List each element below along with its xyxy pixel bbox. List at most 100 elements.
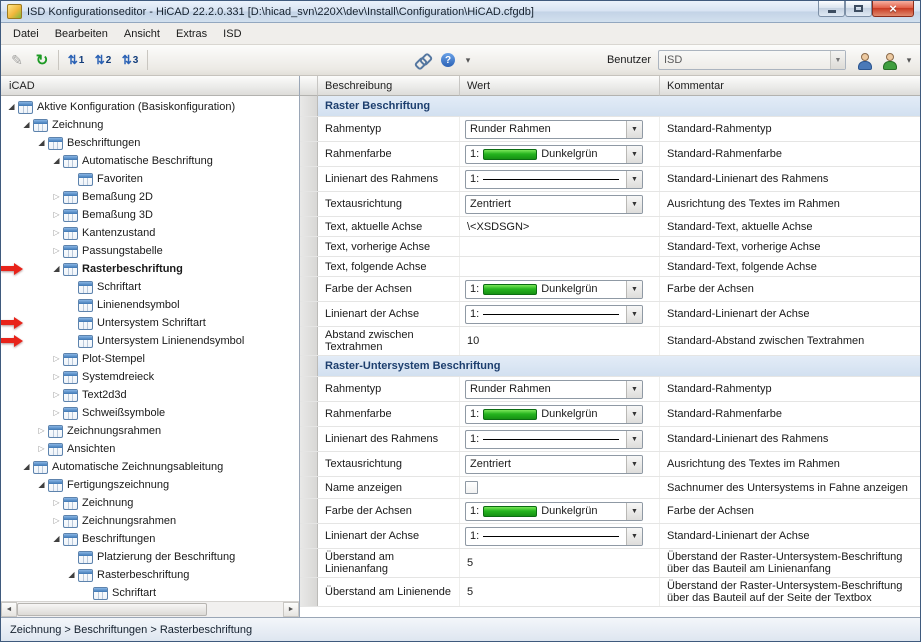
- tree-item-kantenzustand[interactable]: Kantenzustand: [1, 224, 299, 242]
- chevron-down-icon[interactable]: [626, 456, 642, 473]
- chevron-down-icon[interactable]: [626, 406, 642, 423]
- row-selector[interactable]: [300, 549, 318, 577]
- tree-item-zeichnung[interactable]: Zeichnung: [1, 116, 299, 134]
- link-button[interactable]: [411, 49, 435, 72]
- chevron-down-icon[interactable]: [626, 146, 642, 163]
- tree-expander-icon[interactable]: [35, 134, 48, 152]
- chevron-down-icon[interactable]: [626, 306, 642, 323]
- tree-item-schweißsymbole[interactable]: Schweißsymbole: [1, 404, 299, 422]
- scroll-right-icon[interactable]: [283, 602, 299, 617]
- row-selector[interactable]: [300, 277, 318, 301]
- value-dropdown[interactable]: Zentriert: [465, 455, 643, 474]
- benutzer-select[interactable]: ISD: [658, 50, 846, 70]
- tree-item-zeichnungsrahmen[interactable]: Zeichnungsrahmen: [1, 512, 299, 530]
- toolbar-overflow-button-2[interactable]: [902, 49, 916, 72]
- user-manage-button[interactable]: [877, 49, 901, 72]
- row-selector[interactable]: [300, 302, 318, 326]
- tree-expander-icon[interactable]: [50, 494, 63, 512]
- row-selector[interactable]: [300, 377, 318, 401]
- value-text[interactable]: \<XSDSGN>: [465, 221, 529, 233]
- menu-isd[interactable]: ISD: [215, 25, 249, 43]
- row-selector[interactable]: [300, 578, 318, 606]
- row-selector[interactable]: [300, 402, 318, 426]
- value-dropdown[interactable]: Runder Rahmen: [465, 120, 643, 139]
- row-selector[interactable]: [300, 452, 318, 476]
- tree-expander-icon[interactable]: [50, 188, 63, 206]
- scroll-left-icon[interactable]: [1, 602, 17, 617]
- tree-item-text2d3d[interactable]: Text2d3d: [1, 386, 299, 404]
- chevron-down-icon[interactable]: [626, 196, 642, 213]
- row-selector[interactable]: [300, 217, 318, 236]
- row-selector[interactable]: [300, 356, 318, 376]
- tree-expander-icon[interactable]: [50, 224, 63, 242]
- tree-expander-icon[interactable]: [50, 350, 63, 368]
- tree-expander-icon[interactable]: [5, 98, 18, 116]
- expand-level-1-button[interactable]: 1: [63, 49, 89, 72]
- tree-expander-icon[interactable]: [35, 476, 48, 494]
- column-header-beschreibung[interactable]: Beschreibung: [318, 76, 460, 96]
- user-button[interactable]: [852, 49, 876, 72]
- color-dropdown[interactable]: 1:Dunkelgrün: [465, 502, 643, 521]
- tree-expander-icon[interactable]: [65, 566, 78, 584]
- tree-horizontal-scrollbar[interactable]: [1, 601, 299, 617]
- tree-expander-icon[interactable]: [50, 152, 63, 170]
- row-selector[interactable]: [300, 167, 318, 191]
- chevron-down-icon[interactable]: [626, 503, 642, 520]
- tree-item-aktive-konfiguration-basiskonfiguration[interactable]: Aktive Konfiguration (Basiskonfiguration…: [1, 98, 299, 116]
- row-selector[interactable]: [300, 237, 318, 256]
- titlebar[interactable]: ISD Konfigurationseditor - HiCAD 22.2.0.…: [1, 1, 920, 23]
- tree-item-automatische-beschriftung[interactable]: Automatische Beschriftung: [1, 152, 299, 170]
- expand-level-3-button[interactable]: 3: [117, 49, 143, 72]
- tree-expander-icon[interactable]: [50, 260, 63, 278]
- tree-item-untersystem-linienendsymbol[interactable]: Untersystem Linienendsymbol: [1, 332, 299, 350]
- column-header-kommentar[interactable]: Kommentar: [660, 76, 920, 96]
- color-dropdown[interactable]: 1:Dunkelgrün: [465, 280, 643, 299]
- chevron-down-icon[interactable]: [626, 121, 642, 138]
- chevron-down-icon[interactable]: [626, 171, 642, 188]
- tree-item-schriftart[interactable]: Schriftart: [1, 584, 299, 601]
- scrollbar-thumb[interactable]: [17, 603, 207, 616]
- row-selector[interactable]: [300, 142, 318, 166]
- tree-expander-icon[interactable]: [20, 116, 33, 134]
- tree-item-bemaßung-3d[interactable]: Bemaßung 3D: [1, 206, 299, 224]
- tree-item-automatische-zeichnungsableitung[interactable]: Automatische Zeichnungsableitung: [1, 458, 299, 476]
- tree-expander-icon[interactable]: [20, 458, 33, 476]
- tree-expander-icon[interactable]: [50, 368, 63, 386]
- value-checkbox[interactable]: [465, 481, 478, 494]
- tree-expander-icon[interactable]: [35, 422, 48, 440]
- minimize-button[interactable]: [818, 1, 845, 17]
- row-selector[interactable]: [300, 117, 318, 141]
- tree-item-platzierung-der-beschriftung[interactable]: Platzierung der Beschriftung: [1, 548, 299, 566]
- row-selector[interactable]: [300, 96, 318, 116]
- value-dropdown[interactable]: Zentriert: [465, 195, 643, 214]
- expand-level-2-button[interactable]: 2: [90, 49, 116, 72]
- chevron-down-icon[interactable]: [626, 528, 642, 545]
- menu-extras[interactable]: Extras: [168, 25, 215, 43]
- chevron-down-icon[interactable]: [626, 431, 642, 448]
- row-selector[interactable]: [300, 524, 318, 548]
- tree-expander-icon[interactable]: [50, 242, 63, 260]
- scrollbar-track[interactable]: [207, 602, 283, 617]
- tree-expander-icon[interactable]: [50, 530, 63, 548]
- tree-item-beschriftungen[interactable]: Beschriftungen: [1, 134, 299, 152]
- menu-datei[interactable]: Datei: [5, 25, 47, 43]
- linestyle-dropdown[interactable]: 1:: [465, 170, 643, 189]
- chevron-down-icon[interactable]: [626, 281, 642, 298]
- tree-item-beschriftungen[interactable]: Beschriftungen: [1, 530, 299, 548]
- tree-item-fertigungszeichnung[interactable]: Fertigungszeichnung: [1, 476, 299, 494]
- color-dropdown[interactable]: 1:Dunkelgrün: [465, 405, 643, 424]
- help-button[interactable]: [436, 49, 460, 72]
- chevron-down-icon[interactable]: [830, 51, 845, 69]
- tree-expander-icon[interactable]: [50, 386, 63, 404]
- column-header-wert[interactable]: Wert: [460, 76, 660, 96]
- tree-item-zeichnung[interactable]: Zeichnung: [1, 494, 299, 512]
- row-selector[interactable]: [300, 499, 318, 523]
- chevron-down-icon[interactable]: [626, 381, 642, 398]
- row-selector[interactable]: [300, 257, 318, 276]
- edit-button[interactable]: [5, 49, 29, 72]
- maximize-button[interactable]: [845, 1, 872, 17]
- tree-expander-icon[interactable]: [50, 404, 63, 422]
- linestyle-dropdown[interactable]: 1:: [465, 430, 643, 449]
- tree-item-untersystem-schriftart[interactable]: Untersystem Schriftart: [1, 314, 299, 332]
- tree-item-zeichnungsrahmen[interactable]: Zeichnungsrahmen: [1, 422, 299, 440]
